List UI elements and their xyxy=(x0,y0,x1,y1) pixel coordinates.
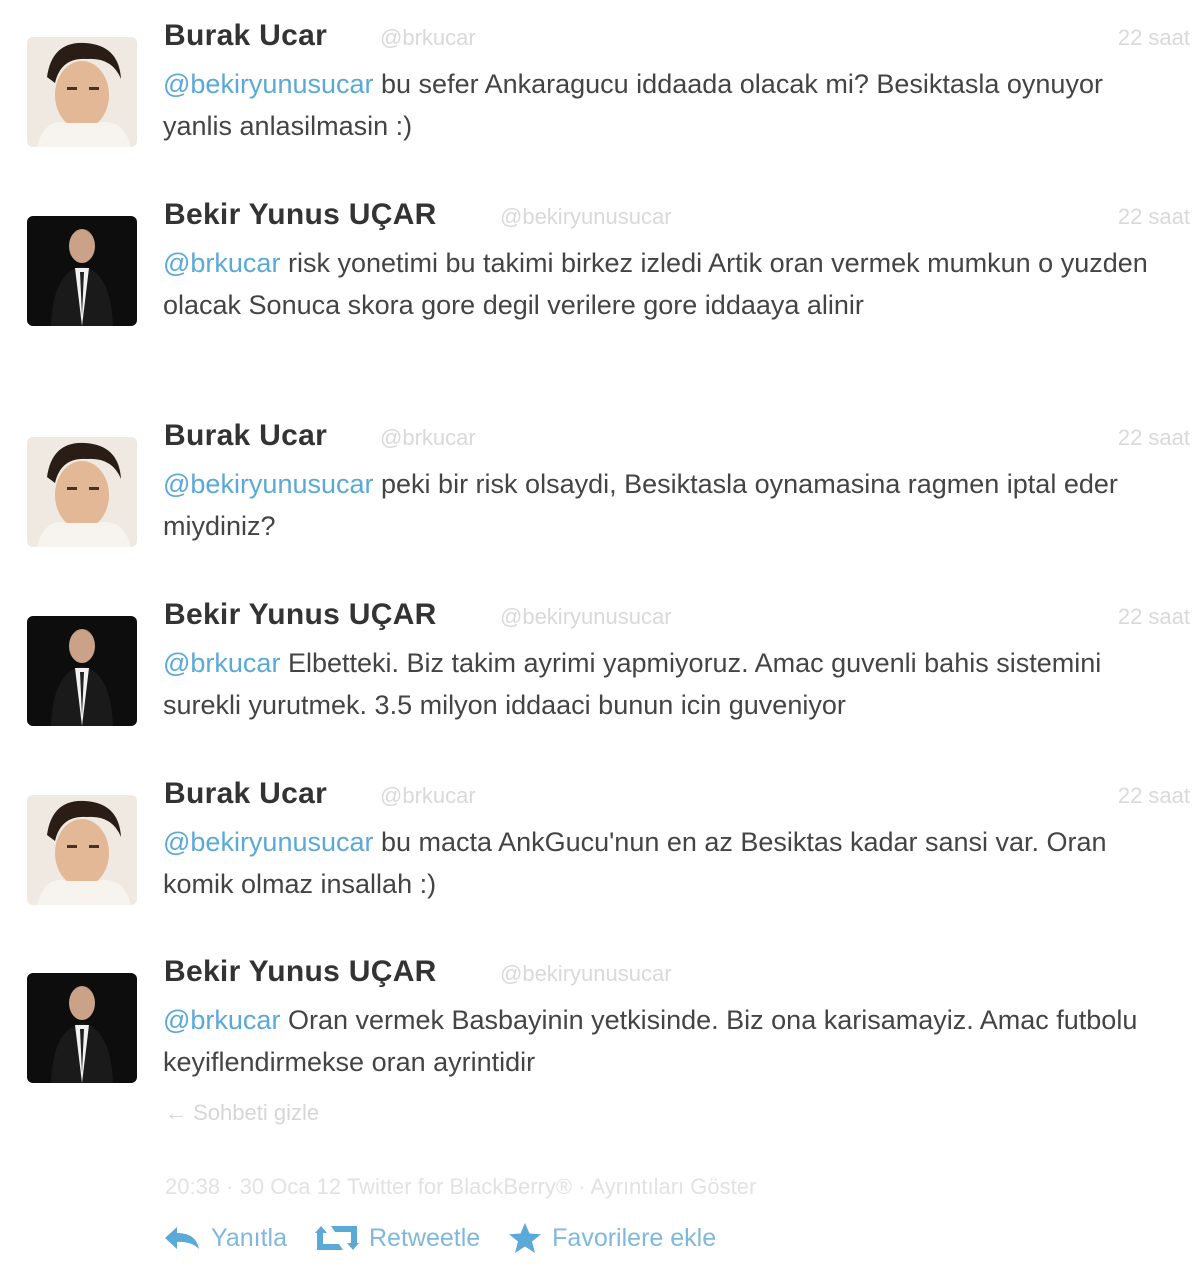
author-name[interactable]: Burak Ucar xyxy=(164,19,327,53)
mention-link[interactable]: @brkucar xyxy=(163,1005,280,1035)
mention-link[interactable]: @bekiryunusucar xyxy=(163,469,374,499)
retweet-button[interactable]: Retweetle xyxy=(314,1223,481,1253)
reply-icon xyxy=(163,1225,201,1251)
mention-link[interactable]: @brkucar xyxy=(163,248,280,278)
tweet-text: @bekiryunusucar bu macta AnkGucu'nun en … xyxy=(163,821,1173,905)
tweet-text: @bekiryunusucar peki bir risk olsaydi, B… xyxy=(163,463,1173,547)
reply-button[interactable]: Yanıtla xyxy=(163,1224,287,1253)
hide-conversation-link[interactable]: ← Sohbeti gizle xyxy=(165,1100,319,1126)
collapse-arrow-icon: ← xyxy=(165,1100,187,1125)
author-handle[interactable]: @brkucar xyxy=(380,783,476,809)
avatar[interactable] xyxy=(27,37,137,147)
author-name[interactable]: Bekir Yunus UÇAR xyxy=(164,598,437,632)
author-name[interactable]: Bekir Yunus UÇAR xyxy=(164,955,437,989)
tweet-body: risk yonetimi bu takimi birkez izledi Ar… xyxy=(163,248,1148,320)
author-handle[interactable]: @brkucar xyxy=(380,25,476,51)
avatar[interactable] xyxy=(27,216,137,326)
avatar[interactable] xyxy=(27,973,137,1083)
star-icon xyxy=(508,1222,542,1254)
tweet-actions: Yanıtla Retweetle Favorilere ekle xyxy=(163,1218,744,1258)
reply-label: Yanıtla xyxy=(211,1223,287,1252)
mention-link[interactable]: @bekiryunusucar xyxy=(163,69,374,99)
author-handle[interactable]: @bekiryunusucar xyxy=(500,604,672,630)
hide-conversation-label: Sohbeti gizle xyxy=(193,1100,320,1125)
author-name[interactable]: Burak Ucar xyxy=(164,777,327,811)
author-handle[interactable]: @brkucar xyxy=(380,425,476,451)
author-name[interactable]: Bekir Yunus UÇAR xyxy=(164,198,437,232)
timestamp[interactable]: 22 saat xyxy=(1118,25,1190,51)
avatar[interactable] xyxy=(27,437,137,547)
mention-link[interactable]: @brkucar xyxy=(163,648,280,678)
author-handle[interactable]: @bekiryunusucar xyxy=(500,204,672,230)
timestamp[interactable]: 22 saat xyxy=(1118,204,1190,230)
timestamp[interactable]: 22 saat xyxy=(1118,783,1190,809)
mention-link[interactable]: @bekiryunusucar xyxy=(163,827,374,857)
favorite-button[interactable]: Favorilere ekle xyxy=(508,1222,716,1254)
retweet-label: Retweetle xyxy=(368,1223,481,1252)
tweet-text: @brkucar Oran vermek Basbayinin yetkisin… xyxy=(163,999,1173,1083)
avatar[interactable] xyxy=(27,616,137,726)
tweet-text: @brkucar risk yonetimi bu takimi birkez … xyxy=(163,242,1173,326)
author-name[interactable]: Burak Ucar xyxy=(164,419,327,453)
avatar[interactable] xyxy=(27,795,137,905)
tweet-meta: 20:38 · 30 Oca 12 Twitter for BlackBerry… xyxy=(165,1174,757,1199)
tweet-text: @brkucar Elbetteki. Biz takim ayrimi yap… xyxy=(163,642,1173,726)
timestamp[interactable]: 22 saat xyxy=(1118,425,1190,451)
retweet-icon xyxy=(314,1224,359,1252)
favorite-label: Favorilere ekle xyxy=(552,1223,717,1252)
tweet-text: @bekiryunusucar bu sefer Ankaragucu idda… xyxy=(163,63,1173,147)
author-handle[interactable]: @bekiryunusucar xyxy=(500,961,672,987)
tweet-body: Oran vermek Basbayinin yetkisinde. Biz o… xyxy=(163,1005,1138,1077)
tweet-body: Elbetteki. Biz takim ayrimi yapmiyoruz. … xyxy=(163,648,1102,720)
timestamp[interactable]: 22 saat xyxy=(1118,604,1190,630)
